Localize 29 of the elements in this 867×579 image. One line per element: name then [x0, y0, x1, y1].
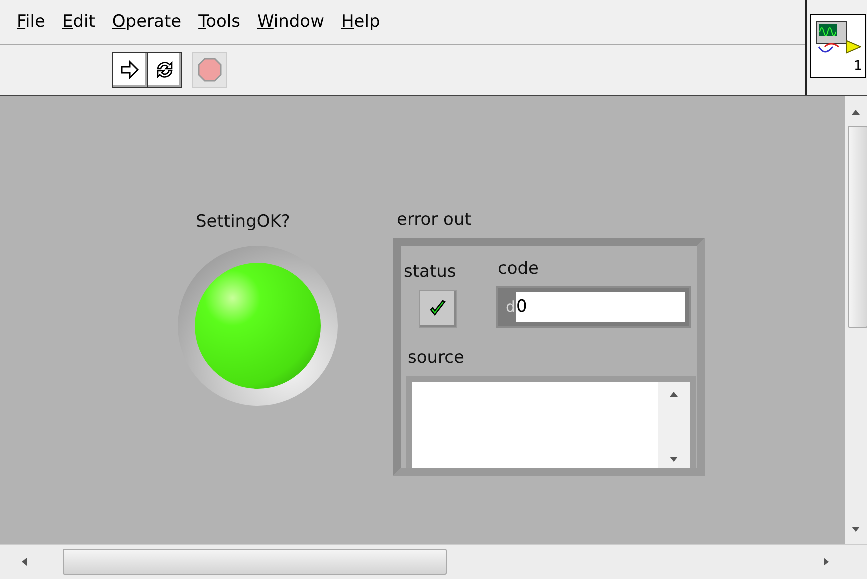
scroll-down-icon	[851, 526, 861, 534]
icon-number: 1	[854, 59, 862, 74]
cluster-label: error out	[397, 210, 472, 230]
status-indicator[interactable]	[419, 290, 457, 328]
scroll-right-icon	[823, 557, 831, 567]
code-label: code	[498, 259, 539, 279]
led-label: SettingOK?	[196, 212, 290, 232]
source-label: source	[408, 348, 464, 368]
stop-sign-icon	[196, 57, 222, 83]
menu-item[interactable]: Operate	[112, 12, 182, 32]
scroll-up-icon	[851, 108, 861, 116]
menu-item[interactable]: File	[17, 12, 46, 32]
scroll-thumb[interactable]	[63, 549, 447, 575]
run-button[interactable]	[112, 52, 147, 88]
status-label: status	[404, 262, 456, 282]
scroll-left-icon	[20, 557, 28, 567]
menu-item[interactable]: Window	[257, 12, 324, 32]
menu-item[interactable]: Edit	[62, 12, 96, 32]
scroll-thumb[interactable]	[848, 126, 867, 328]
run-continuously-button[interactable]	[147, 52, 182, 88]
menu-item[interactable]: Help	[341, 12, 380, 32]
arrow-icon	[119, 59, 141, 81]
scroll-down-icon	[669, 456, 679, 464]
scrollbar[interactable]	[658, 382, 690, 468]
scroll-up-icon	[669, 390, 679, 398]
source-field[interactable]	[406, 376, 696, 468]
abort-button[interactable]	[192, 52, 227, 88]
menu-item[interactable]: Tools	[198, 12, 240, 32]
code-field[interactable]: d0	[496, 286, 691, 328]
